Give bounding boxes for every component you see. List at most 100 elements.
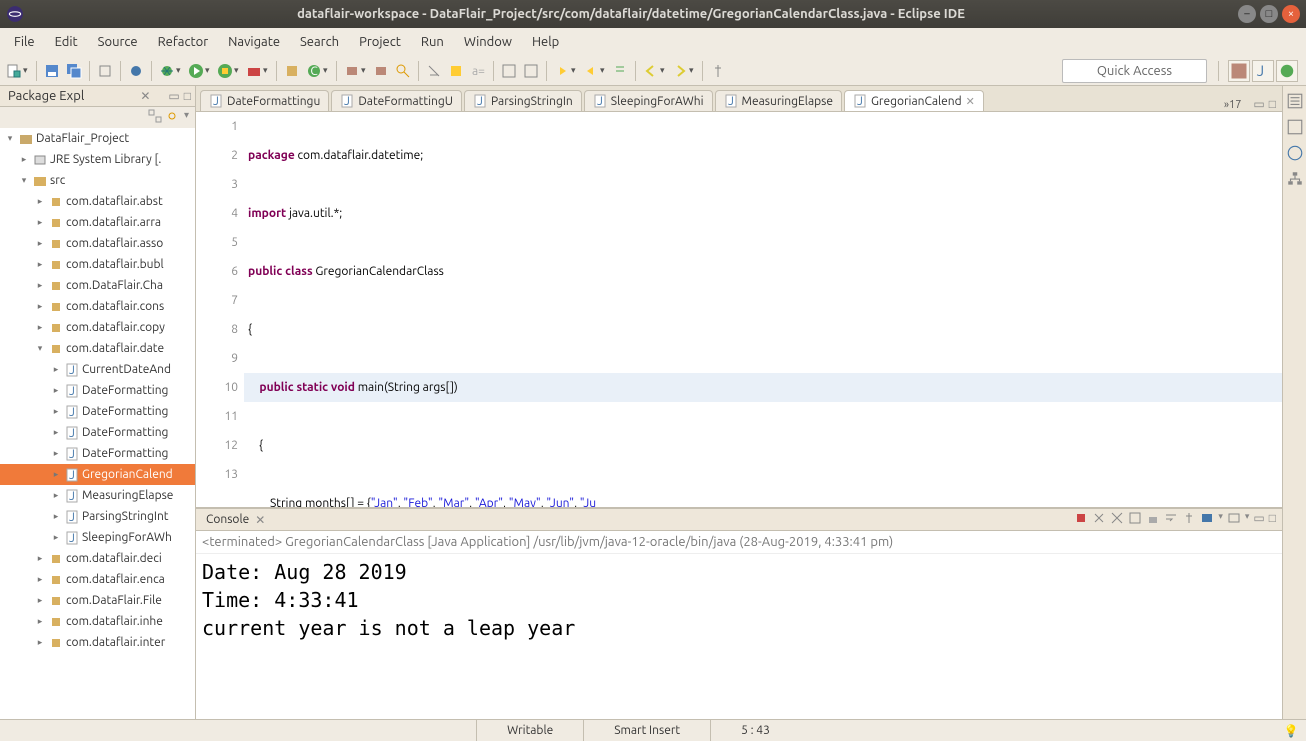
- tree-pkg[interactable]: com.dataflair.asso: [66, 237, 163, 250]
- tree-file[interactable]: DateFormatting: [82, 384, 168, 397]
- console-display-icon[interactable]: [1200, 511, 1214, 528]
- tree-pkg[interactable]: com.dataflair.inter: [66, 636, 165, 649]
- new-java-package-button[interactable]: [282, 61, 302, 81]
- outline-view-icon[interactable]: [1286, 92, 1304, 110]
- open-perspective-button[interactable]: [1228, 60, 1250, 82]
- tree-pkg[interactable]: com.DataFlair.File: [66, 594, 162, 607]
- menu-help[interactable]: Help: [522, 31, 569, 53]
- annotation-next-button[interactable]: [521, 61, 541, 81]
- skip-breakpoints-button[interactable]: [126, 61, 146, 81]
- forward-button[interactable]: [670, 61, 690, 81]
- menu-search[interactable]: Search: [290, 31, 349, 53]
- tree-pkg[interactable]: com.dataflair.bubl: [66, 258, 164, 271]
- editor-minimize-icon[interactable]: ▭: [1253, 97, 1264, 111]
- menu-navigate[interactable]: Navigate: [218, 31, 290, 53]
- tab-overflow-button[interactable]: »17: [1218, 99, 1248, 111]
- tree-file[interactable]: DateFormatting: [82, 426, 168, 439]
- open-element-button[interactable]: [371, 61, 391, 81]
- tab-parsingstringin[interactable]: JParsingStringIn: [464, 90, 582, 111]
- minimize-button[interactable]: –: [1238, 5, 1256, 23]
- quick-access-input[interactable]: Quick Access: [1062, 59, 1207, 83]
- view-close-icon[interactable]: ✕: [140, 89, 150, 103]
- tree-pkg[interactable]: com.dataflair.cons: [66, 300, 164, 313]
- tree-file[interactable]: MeasuringElapse: [82, 489, 173, 502]
- coverage-button[interactable]: [215, 61, 235, 81]
- pin-button[interactable]: [708, 61, 728, 81]
- tree-pkg[interactable]: com.dataflair.deci: [66, 552, 162, 565]
- new-button[interactable]: [4, 61, 24, 81]
- collapse-all-icon[interactable]: [148, 109, 162, 126]
- menu-source[interactable]: Source: [88, 31, 148, 53]
- tree-file-selected[interactable]: GregorianCalend: [82, 468, 173, 481]
- link-editor-icon[interactable]: [166, 109, 180, 126]
- menu-window[interactable]: Window: [454, 31, 522, 53]
- console-open-icon[interactable]: [1227, 511, 1241, 528]
- back-button[interactable]: [641, 61, 661, 81]
- new-java-class-button[interactable]: C: [304, 61, 324, 81]
- code-content[interactable]: package com.dataflair.datetime; import j…: [244, 112, 1282, 507]
- heap-status-icon[interactable]: 💡: [1276, 724, 1306, 738]
- tab-measuringelapse[interactable]: JMeasuringElapse: [715, 90, 842, 111]
- tree-file[interactable]: DateFormatting: [82, 405, 168, 418]
- tree-pkg-open[interactable]: com.dataflair.date: [66, 342, 164, 355]
- external-tools-button[interactable]: [244, 61, 264, 81]
- menu-edit[interactable]: Edit: [45, 31, 88, 53]
- package-tree[interactable]: ▾DataFlair_Project ▸JRE System Library […: [0, 128, 195, 719]
- menu-file[interactable]: File: [4, 31, 45, 53]
- prev-annotation-button[interactable]: [581, 61, 601, 81]
- console-scroll-lock-icon[interactable]: [1146, 511, 1160, 528]
- search-button[interactable]: [393, 61, 413, 81]
- view-maximize-icon[interactable]: □: [184, 89, 191, 103]
- hierarchy-view-icon[interactable]: [1286, 170, 1304, 188]
- tree-file[interactable]: CurrentDateAnd: [82, 363, 171, 376]
- tree-pkg[interactable]: com.dataflair.inhe: [66, 615, 163, 628]
- toggle-mark-button[interactable]: [424, 61, 444, 81]
- console-remove-icon[interactable]: [1092, 511, 1106, 528]
- tree-pkg[interactable]: com.dataflair.arra: [66, 216, 161, 229]
- save-all-button[interactable]: [64, 61, 84, 81]
- tab-close-icon[interactable]: ✕: [966, 95, 975, 108]
- tree-pkg[interactable]: com.dataflair.abst: [66, 195, 163, 208]
- console-terminate-icon[interactable]: [1074, 511, 1088, 528]
- tree-file[interactable]: DateFormatting: [82, 447, 168, 460]
- maximize-button[interactable]: □: [1260, 5, 1278, 23]
- view-menu-icon[interactable]: ▾: [184, 109, 189, 126]
- task-list-icon[interactable]: [1286, 118, 1304, 136]
- debug-button[interactable]: [157, 61, 177, 81]
- open-task-button[interactable]: [342, 61, 362, 81]
- code-editor[interactable]: 12345678910111213 package com.dataflair.…: [196, 112, 1282, 507]
- editor-maximize-icon[interactable]: □: [1269, 97, 1276, 111]
- toggle-block-button[interactable]: [446, 61, 466, 81]
- menu-run[interactable]: Run: [411, 31, 454, 53]
- console-maximize-icon[interactable]: □: [1269, 511, 1276, 528]
- tree-pkg[interactable]: com.dataflair.copy: [66, 321, 165, 334]
- problems-view-icon[interactable]: [1286, 144, 1304, 162]
- tab-sleepingforawhi[interactable]: JSleepingForAWhi: [584, 90, 713, 111]
- menu-project[interactable]: Project: [349, 31, 411, 53]
- tree-file[interactable]: ParsingStringInt: [82, 510, 169, 523]
- console-output[interactable]: Date: Aug 28 2019 Time: 4:33:41 current …: [196, 554, 1282, 719]
- console-remove-all-icon[interactable]: [1110, 511, 1124, 528]
- tree-jre[interactable]: JRE System Library [.: [50, 153, 161, 166]
- tab-dateformattingU[interactable]: JDateFormattingU: [331, 90, 462, 111]
- menu-refactor[interactable]: Refactor: [148, 31, 219, 53]
- last-edit-button[interactable]: [610, 61, 630, 81]
- close-button[interactable]: ×: [1282, 5, 1300, 23]
- annotation-prev-button[interactable]: [499, 61, 519, 81]
- console-minimize-icon[interactable]: ▭: [1253, 511, 1264, 528]
- tree-src[interactable]: src: [50, 174, 65, 187]
- console-word-wrap-icon[interactable]: [1164, 511, 1178, 528]
- open-type-button[interactable]: [95, 61, 115, 81]
- tab-dateformattingu[interactable]: JDateFormattingu: [200, 90, 329, 111]
- tree-file[interactable]: SleepingForAWh: [82, 531, 172, 544]
- tab-gregoriancalend[interactable]: JGregorianCalend✕: [844, 90, 984, 111]
- java-perspective-button[interactable]: J: [1252, 60, 1274, 82]
- save-button[interactable]: [42, 61, 62, 81]
- tree-pkg[interactable]: com.DataFlair.Cha: [66, 279, 163, 292]
- run-button[interactable]: [186, 61, 206, 81]
- tree-project[interactable]: DataFlair_Project: [36, 132, 129, 145]
- console-view-close-icon[interactable]: ✕: [255, 513, 265, 527]
- debug-perspective-button[interactable]: [1276, 60, 1298, 82]
- tree-pkg[interactable]: com.dataflair.enca: [66, 573, 165, 586]
- view-minimize-icon[interactable]: ▭: [168, 89, 179, 103]
